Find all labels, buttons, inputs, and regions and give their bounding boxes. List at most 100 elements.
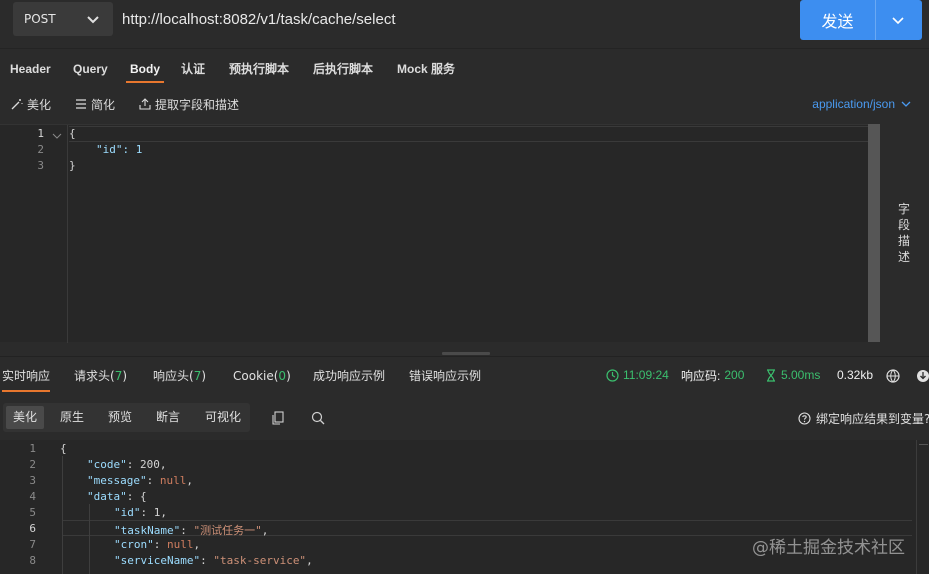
chevron-down-icon bbox=[901, 101, 911, 107]
url-bar: POST http://localhost:8082/v1/task/cache… bbox=[0, 0, 929, 48]
json-key: "id" bbox=[114, 506, 141, 519]
content-type-select[interactable]: application/json bbox=[812, 90, 912, 118]
line-number: 8 bbox=[29, 554, 36, 567]
response-view-bar: 美化 原生 预览 断言 可视化 绑定响应结果到变量? bbox=[0, 400, 929, 436]
clock-icon bbox=[606, 368, 619, 382]
extract-fields-label: 提取字段和描述 bbox=[155, 97, 240, 112]
current-line-highlight bbox=[69, 126, 868, 142]
simplify-button[interactable]: 简化 bbox=[75, 90, 115, 118]
code-line: "serviceName": "task-service", bbox=[114, 554, 313, 567]
hourglass-icon bbox=[767, 368, 775, 382]
line-number: 4 bbox=[29, 490, 36, 503]
tab-label: 响应头( bbox=[153, 369, 194, 383]
globe-icon[interactable] bbox=[886, 369, 900, 383]
method-select[interactable]: POST bbox=[13, 2, 113, 36]
time-value: 11:09:24 bbox=[623, 368, 669, 382]
tab-pretty[interactable]: 美化 bbox=[6, 406, 44, 429]
code-line: "message": null, bbox=[87, 474, 193, 487]
response-time: 11:09:24 bbox=[606, 357, 669, 393]
code-line: { bbox=[69, 127, 76, 140]
indent-guide bbox=[62, 456, 63, 574]
scrollbar-thumb[interactable] bbox=[868, 124, 880, 342]
line-number: 6 bbox=[29, 522, 36, 535]
tab-mock-service[interactable]: Mock 服务 bbox=[397, 49, 455, 85]
response-duration: 5.00ms bbox=[765, 357, 820, 393]
field-description-label: 字段描述 bbox=[897, 202, 910, 264]
chevron-down-icon bbox=[87, 16, 99, 24]
status-label: 响应码: bbox=[681, 368, 721, 383]
field-description-panel[interactable]: 字段描述 bbox=[880, 124, 929, 354]
json-value: 200 bbox=[140, 458, 160, 471]
copy-icon[interactable] bbox=[271, 411, 285, 425]
response-tabs: 实时响应 请求头(7) 响应头(7) Cookie(0) 成功响应示例 错误响应… bbox=[0, 356, 929, 392]
indent-guide bbox=[89, 504, 90, 574]
tab-assert[interactable]: 断言 bbox=[149, 406, 187, 429]
tab-label: Cookie( bbox=[233, 369, 279, 383]
scrollbar-thumb[interactable] bbox=[919, 444, 928, 470]
editor-scrollbar[interactable] bbox=[868, 124, 880, 342]
chevron-down-icon[interactable] bbox=[51, 130, 63, 142]
bind-response-to-variable[interactable]: 绑定响应结果到变量? bbox=[798, 400, 929, 436]
code-line: "cron": null, bbox=[114, 538, 201, 551]
tab-header[interactable]: Header bbox=[10, 49, 51, 85]
view-tab-group: 美化 原生 预览 断言 可视化 bbox=[3, 403, 250, 432]
resize-handle[interactable] bbox=[442, 352, 490, 355]
content-type-label: application/json bbox=[812, 97, 895, 111]
share-icon bbox=[139, 98, 151, 110]
status-code: 响应码: 200 bbox=[681, 357, 744, 393]
line-number: 5 bbox=[29, 506, 36, 519]
response-size: 0.32kb bbox=[837, 357, 873, 393]
extract-fields-button[interactable]: 提取字段和描述 bbox=[139, 90, 239, 118]
tab-cookie[interactable]: Cookie(0) bbox=[233, 357, 291, 393]
tab-response-headers[interactable]: 响应头(7) bbox=[153, 357, 206, 393]
line-gutter: 1 2 3 4 5 6 7 8 bbox=[0, 440, 62, 574]
json-key: "serviceName" bbox=[114, 554, 201, 567]
line-number: 2 bbox=[29, 458, 36, 471]
size-value: 0.32kb bbox=[837, 368, 874, 382]
code-line: "data": { bbox=[87, 490, 147, 503]
status-value: 200 bbox=[724, 368, 745, 382]
count-badge: 0 bbox=[278, 369, 287, 383]
code-line: } bbox=[69, 159, 76, 172]
url-input[interactable]: http://localhost:8082/v1/task/cache/sele… bbox=[113, 2, 793, 36]
list-icon bbox=[76, 99, 86, 109]
tab-preview[interactable]: 预览 bbox=[101, 406, 139, 429]
tab-success-example[interactable]: 成功响应示例 bbox=[313, 357, 385, 393]
download-icon[interactable] bbox=[916, 369, 929, 383]
tab-auth[interactable]: 认证 bbox=[181, 49, 205, 85]
search-icon[interactable] bbox=[311, 411, 325, 425]
code-line: "code": 200, bbox=[87, 458, 167, 471]
help-circle-icon bbox=[798, 411, 811, 425]
json-value: 1 bbox=[153, 506, 161, 519]
tab-error-example[interactable]: 错误响应示例 bbox=[409, 357, 481, 393]
tab-label: 请求头( bbox=[74, 369, 115, 383]
tab-raw[interactable]: 原生 bbox=[53, 406, 91, 429]
bind-hint-label: 绑定响应结果到变量? bbox=[816, 411, 929, 426]
tab-label-end: ) bbox=[286, 369, 291, 383]
tab-realtime-response[interactable]: 实时响应 bbox=[2, 357, 51, 393]
line-number: 1 bbox=[29, 442, 36, 455]
tab-label-end: ) bbox=[201, 369, 207, 383]
url-text: http://localhost:8082/v1/task/cache/sele… bbox=[122, 10, 396, 28]
send-button[interactable]: 发送 bbox=[800, 0, 922, 40]
tab-query[interactable]: Query bbox=[73, 49, 108, 85]
tab-request-headers[interactable]: 请求头(7) bbox=[74, 357, 127, 393]
send-label: 发送 bbox=[821, 12, 854, 31]
tab-pre-script[interactable]: 预执行脚本 bbox=[229, 49, 289, 85]
line-number: 7 bbox=[29, 538, 36, 551]
tab-visualize[interactable]: 可视化 bbox=[199, 406, 247, 429]
code-line: "id": 1, bbox=[114, 506, 167, 519]
tab-post-script[interactable]: 后执行脚本 bbox=[313, 49, 373, 85]
request-body-editor[interactable]: 1 2 3 { "id": 1 } bbox=[0, 124, 868, 343]
beautify-label: 美化 bbox=[27, 97, 52, 112]
response-scrollbar[interactable] bbox=[916, 440, 929, 574]
chevron-down-icon[interactable] bbox=[890, 12, 906, 28]
beautify-button[interactable]: 美化 bbox=[11, 90, 51, 118]
body-toolbar: 美化 简化 提取字段和描述 application/json bbox=[0, 90, 929, 118]
line-number: 3 bbox=[37, 159, 44, 172]
tab-body[interactable]: Body bbox=[126, 49, 164, 85]
json-value: "task-service" bbox=[213, 554, 307, 567]
line-number: 3 bbox=[29, 474, 36, 487]
json-key: "message" bbox=[87, 474, 147, 487]
json-value: null bbox=[167, 538, 194, 551]
